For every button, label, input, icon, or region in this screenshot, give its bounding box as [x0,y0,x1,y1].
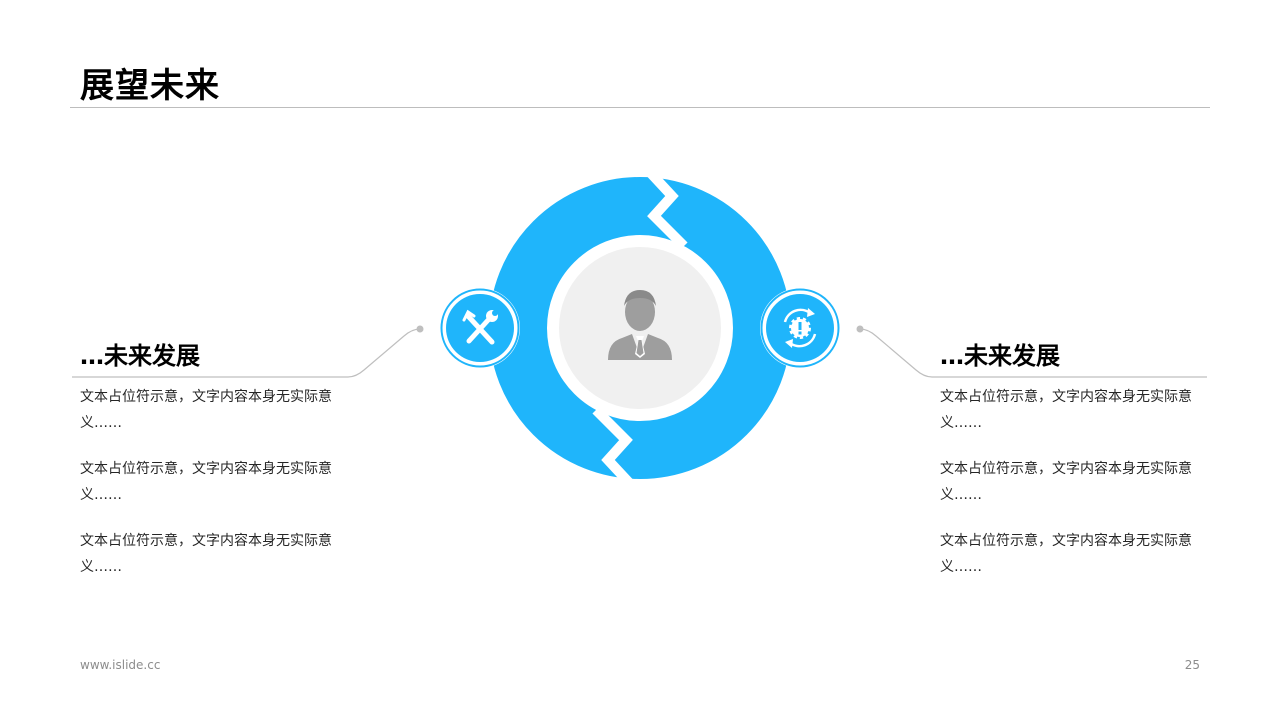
right-panel-list: 文本占位符示意，文字内容本身无实际意义…… 文本占位符示意，文字内容本身无实际意… [940,384,1210,580]
left-panel-heading: …未来发展 [80,342,200,370]
left-panel-list: 文本占位符示意，文字内容本身无实际意义…… 文本占位符示意，文字内容本身无实际意… [80,384,350,580]
list-item: 文本占位符示意，文字内容本身无实际意义…… [80,533,332,575]
page-number: 25 [1184,658,1200,672]
list-item: 文本占位符示意，文字内容本身无实际意义…… [940,533,1192,575]
left-text-panel: …未来发展 文本占位符示意，文字内容本身无实际意义…… 文本占位符示意，文字内容… [80,336,350,600]
right-panel-heading: …未来发展 [940,342,1060,370]
footer-url: www.islide.cc [80,658,161,672]
right-node [760,288,840,368]
right-text-panel: …未来发展 文本占位符示意，文字内容本身无实际意义…… 文本占位符示意，文字内容… [940,336,1210,600]
left-node [440,288,520,368]
list-item: 文本占位符示意，文字内容本身无实际意义…… [80,461,332,503]
list-item: 文本占位符示意，文字内容本身无实际意义…… [940,389,1192,431]
list-item: 文本占位符示意，文字内容本身无实际意义…… [940,461,1192,503]
list-item: 文本占位符示意，文字内容本身无实际意义…… [80,389,332,431]
